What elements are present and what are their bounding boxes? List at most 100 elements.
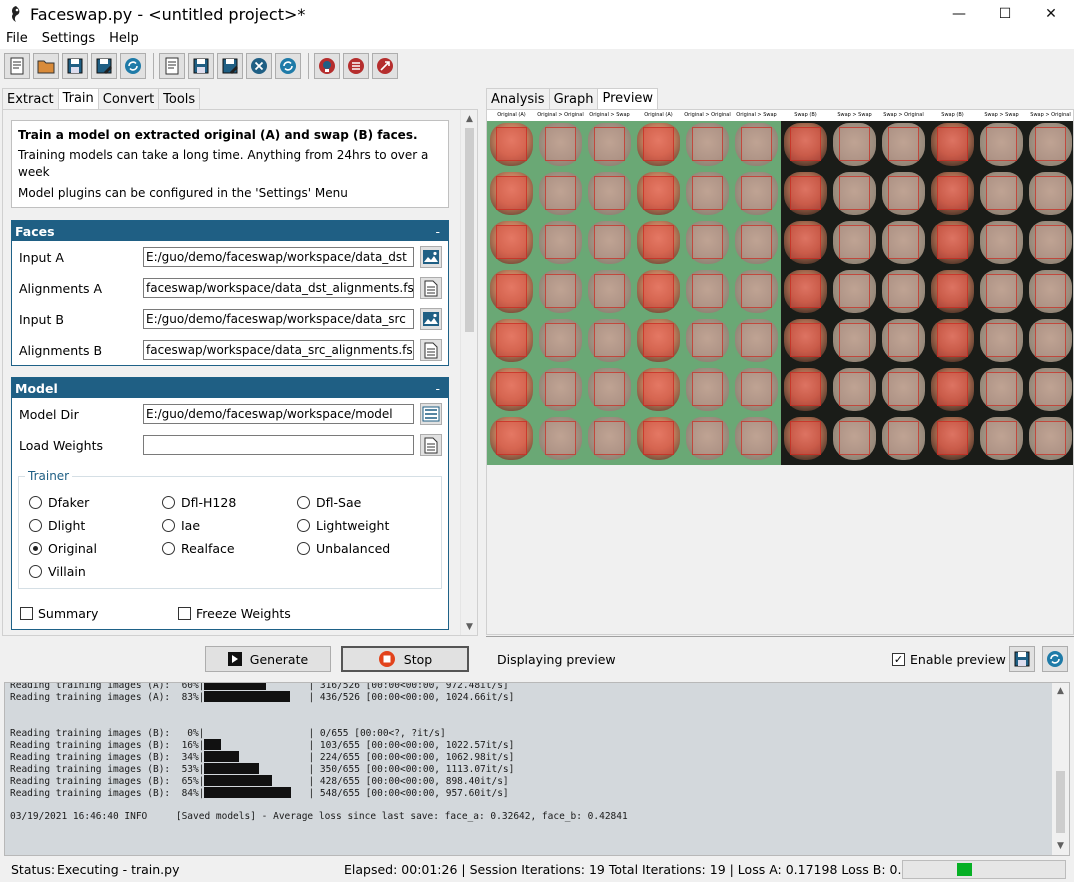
radio-icon xyxy=(29,565,42,578)
file-icon xyxy=(424,280,438,296)
maximize-button[interactable]: ☐ xyxy=(982,0,1028,28)
save-preview-button[interactable] xyxy=(1009,646,1035,672)
tab-analysis[interactable]: Analysis xyxy=(486,88,550,109)
face-mask-overlay xyxy=(545,372,576,406)
trainer-legend: Trainer xyxy=(25,469,73,483)
tab-train[interactable]: Train xyxy=(57,88,99,110)
update-button[interactable] xyxy=(372,53,398,79)
input-a-field[interactable]: E:/guo/demo/faceswap/workspace/data_dst xyxy=(143,247,414,267)
stop-button[interactable]: Stop xyxy=(341,646,469,672)
alignments-b-field[interactable]: faceswap/workspace/data_src_alignments.f… xyxy=(143,340,414,360)
alignments-a-browse-button[interactable] xyxy=(420,277,442,299)
menu-help[interactable]: Help xyxy=(109,31,139,46)
new-project-button[interactable] xyxy=(4,53,30,79)
trainer-unbalanced[interactable]: Unbalanced xyxy=(297,541,390,556)
reload-project-icon xyxy=(125,58,141,74)
preview-panel: Original (A) Original > Original Original … xyxy=(486,109,1074,635)
save-task-as-button[interactable] xyxy=(217,53,243,79)
load-weights-field[interactable] xyxy=(143,435,414,455)
minimize-button[interactable]: — xyxy=(936,0,982,28)
toolbar-separator xyxy=(153,53,154,79)
scroll-down-icon[interactable]: ▼ xyxy=(461,618,477,635)
preview-side-a: Original (A) Original > Original Original … xyxy=(487,110,781,465)
model-collapse-icon[interactable]: - xyxy=(435,381,440,396)
save-project-as-button[interactable] xyxy=(91,53,117,79)
scrollbar-thumb[interactable] xyxy=(465,128,474,332)
checkbox-icon xyxy=(178,607,191,620)
log-line: 03/19/2021 16:46:40 INFO [Saved models] … xyxy=(10,811,1050,823)
settings-button[interactable] xyxy=(343,53,369,79)
preview-face-swap xyxy=(735,417,778,460)
log-progress-bar xyxy=(204,739,222,750)
trainer-realface[interactable]: Realface xyxy=(162,541,235,556)
trainer-villain[interactable]: Villain xyxy=(29,564,86,579)
trainer-dfaker[interactable]: Dfaker xyxy=(29,495,89,510)
log-line-text: Reading training images (B): 53%| xyxy=(10,764,205,775)
tab-tools[interactable]: Tools xyxy=(158,88,201,109)
input-b-browse-button[interactable] xyxy=(420,308,442,330)
face-mask-overlay xyxy=(741,127,772,161)
trainer-lightweight-label: Lightweight xyxy=(316,518,390,533)
scrollbar-thumb[interactable] xyxy=(1056,771,1065,833)
preview-face-original xyxy=(931,172,974,215)
close-button[interactable]: ✕ xyxy=(1028,0,1074,28)
summary-checkbox[interactable]: Summary xyxy=(20,606,98,621)
load-weights-browse-button[interactable] xyxy=(420,434,442,456)
menu-settings[interactable]: Settings xyxy=(42,31,95,46)
tab-graph[interactable]: Graph xyxy=(548,88,599,109)
clear-task-button[interactable] xyxy=(246,53,272,79)
file-icon xyxy=(424,437,438,453)
trainer-iae[interactable]: Iae xyxy=(162,518,200,533)
trainer-original[interactable]: Original xyxy=(29,541,97,556)
options-scrollbar[interactable]: ▲ ▼ xyxy=(460,110,477,635)
face-mask-overlay xyxy=(888,421,919,455)
enable-preview-checkbox[interactable]: ✓ Enable preview xyxy=(892,652,1006,667)
reload-task-button[interactable] xyxy=(275,53,301,79)
preview-face-swap xyxy=(539,417,582,460)
face-mask-overlay xyxy=(888,372,919,406)
tab-preview[interactable]: Preview xyxy=(597,88,659,110)
faces-header[interactable]: Faces - xyxy=(12,221,448,241)
new-task-button[interactable] xyxy=(159,53,185,79)
open-project-button[interactable] xyxy=(33,53,59,79)
trainer-dfl-sae[interactable]: Dfl-Sae xyxy=(297,495,361,510)
trainer-lightweight[interactable]: Lightweight xyxy=(297,518,389,533)
menu-file[interactable]: File xyxy=(6,31,28,46)
generate-icon xyxy=(227,652,242,666)
preview-face-original xyxy=(784,270,827,313)
generate-button[interactable]: Generate xyxy=(205,646,331,672)
save-project-button[interactable] xyxy=(62,53,88,79)
alignments-b-browse-button[interactable] xyxy=(420,339,442,361)
trainer-dfl-h128[interactable]: Dfl-H128 xyxy=(162,495,236,510)
alignments-a-field[interactable]: faceswap/workspace/data_dst_alignments.f… xyxy=(143,278,414,298)
tab-extract[interactable]: Extract xyxy=(2,88,59,109)
face-mask-overlay xyxy=(594,323,625,357)
log-console[interactable]: Reading training images (A): 60%| | 316/5… xyxy=(4,682,1070,856)
model-dir-field[interactable]: E:/guo/demo/faceswap/workspace/model xyxy=(143,404,414,424)
input-a-browse-button[interactable] xyxy=(420,246,442,268)
scroll-up-icon[interactable]: ▲ xyxy=(461,110,477,127)
log-progress-info: | 224/655 [00:00<00:00, 1062.98it/s] xyxy=(308,752,515,763)
model-dir-browse-button[interactable] xyxy=(420,403,442,425)
log-progress-bar xyxy=(204,691,291,702)
reload-project-button[interactable] xyxy=(120,53,146,79)
tab-convert[interactable]: Convert xyxy=(97,88,160,109)
scroll-up-icon[interactable]: ▲ xyxy=(1052,683,1069,700)
configure-button[interactable] xyxy=(314,53,340,79)
preview-face-swap xyxy=(1029,123,1072,166)
input-b-field[interactable]: E:/guo/demo/faceswap/workspace/data_src xyxy=(143,309,414,329)
freeze-weights-checkbox[interactable]: Freeze Weights xyxy=(178,606,291,621)
model-header[interactable]: Model - xyxy=(12,378,448,398)
console-scrollbar[interactable]: ▲ ▼ xyxy=(1052,683,1069,855)
faces-collapse-icon[interactable]: - xyxy=(435,224,440,239)
model-header-title: Model xyxy=(15,380,58,396)
trainer-dlight[interactable]: Dlight xyxy=(29,518,85,533)
refresh-preview-button[interactable] xyxy=(1042,646,1068,672)
face-mask-overlay xyxy=(692,225,723,259)
faceswap-logo-icon xyxy=(12,6,20,22)
scroll-down-icon[interactable]: ▼ xyxy=(1052,838,1069,855)
face-mask-overlay xyxy=(545,127,576,161)
preview-face-swap xyxy=(539,172,582,215)
training-stats: Elapsed: 00:01:26 | Session Iterations: … xyxy=(344,862,942,877)
save-task-button[interactable] xyxy=(188,53,214,79)
